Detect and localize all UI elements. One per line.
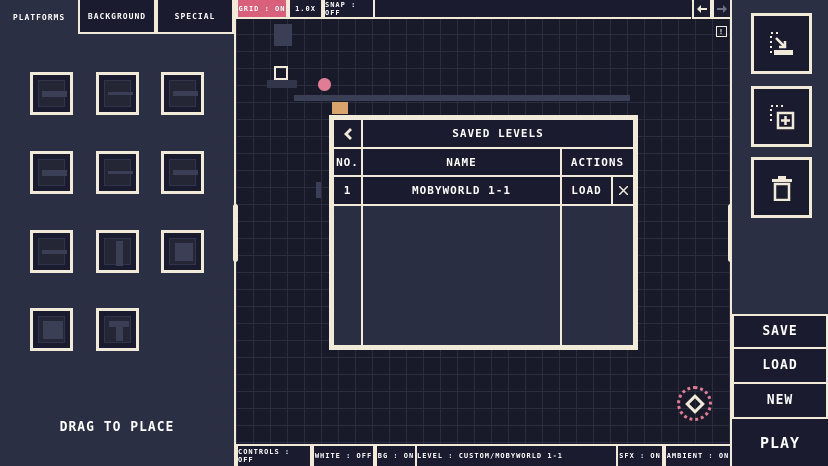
level-path: LEVEL : CUSTOM/MOBYWORLD 1-1 xyxy=(417,444,616,466)
platform-tile-6[interactable] xyxy=(161,151,204,194)
add-button[interactable] xyxy=(751,86,812,147)
new-button[interactable]: NEW xyxy=(732,384,828,419)
empty-col-no xyxy=(332,204,363,347)
platform-tile-1[interactable] xyxy=(30,72,73,115)
trash-icon xyxy=(771,175,792,201)
platform-tile-5[interactable] xyxy=(96,151,139,194)
empty-col-actions xyxy=(560,204,635,347)
snap-toggle[interactable]: SNAP : OFF xyxy=(323,0,375,19)
bg-toggle[interactable]: BG : ON xyxy=(375,444,417,466)
dialog-title: SAVED LEVELS xyxy=(361,118,635,149)
tab-special[interactable]: SPECIAL xyxy=(156,0,234,34)
platform-tile-10[interactable] xyxy=(30,308,73,351)
info-button[interactable]: ! xyxy=(716,26,727,37)
add-icon xyxy=(769,104,794,129)
flower-icon[interactable] xyxy=(318,78,331,91)
platform-tile-8[interactable] xyxy=(96,230,139,273)
sfx-toggle[interactable]: SFX : ON xyxy=(616,444,664,466)
grid-toggle[interactable]: GRID : ON xyxy=(236,0,288,19)
tab-platforms[interactable]: PLATFORMS xyxy=(0,0,78,34)
platform-tile-4[interactable] xyxy=(30,151,73,194)
top-bar-filler xyxy=(375,0,691,19)
portal-icon[interactable] xyxy=(677,386,712,421)
cat-sprite-icon[interactable] xyxy=(332,102,348,114)
empty-col-name xyxy=(361,204,562,347)
back-button[interactable] xyxy=(332,118,363,149)
header-name: NAME xyxy=(361,147,562,177)
header-no: NO. xyxy=(332,147,363,177)
save-button[interactable]: SAVE xyxy=(732,314,828,349)
redo-button[interactable] xyxy=(712,0,732,19)
platform-tile-2[interactable] xyxy=(96,72,139,115)
palette-panel: PLATFORMS BACKGROUND SPECIAL DRAG TO PLA… xyxy=(0,0,234,466)
level-post xyxy=(316,182,321,198)
close-icon xyxy=(618,186,628,195)
arrow-left-icon xyxy=(697,4,707,13)
platform-tile-11[interactable] xyxy=(96,308,139,351)
level-ledge xyxy=(267,80,297,88)
row-1-no: 1 xyxy=(332,175,363,206)
tab-background[interactable]: BACKGROUND xyxy=(78,0,156,34)
row-1-delete-button[interactable] xyxy=(611,175,635,206)
white-toggle[interactable]: WHITE : OFF xyxy=(312,444,375,466)
row-1-load-button[interactable]: LOAD xyxy=(560,175,613,206)
row-1-name: MOBYWORLD 1-1 xyxy=(361,175,562,206)
drag-hint: DRAG TO PLACE xyxy=(59,420,175,435)
chevron-left-icon xyxy=(343,127,352,140)
header-actions: ACTIONS xyxy=(560,147,635,177)
arrow-right-icon xyxy=(717,4,727,13)
level-pillar xyxy=(274,24,292,46)
platform-tile-3[interactable] xyxy=(161,72,204,115)
platform-tile-7[interactable] xyxy=(30,230,73,273)
import-button[interactable] xyxy=(751,13,812,74)
tools-panel: SAVE LOAD NEW PLAY xyxy=(732,0,828,466)
play-button[interactable]: PLAY xyxy=(732,419,828,466)
platform-tile-9[interactable] xyxy=(161,230,204,273)
controls-toggle[interactable]: CONTROLS : OFF xyxy=(236,444,312,466)
import-icon xyxy=(769,31,793,55)
player-spawn-icon[interactable] xyxy=(274,66,288,80)
zoom-button[interactable]: 1.0X xyxy=(288,0,323,19)
saved-levels-dialog: SAVED LEVELS NO. NAME ACTIONS 1 MOBYWORL… xyxy=(329,115,638,350)
delete-button[interactable] xyxy=(751,157,812,218)
load-button[interactable]: LOAD xyxy=(732,349,828,384)
undo-button[interactable] xyxy=(692,0,712,19)
left-resize-handle[interactable] xyxy=(233,204,238,262)
ambient-toggle[interactable]: AMBIENT : ON xyxy=(664,444,732,466)
level-platform xyxy=(294,95,630,101)
